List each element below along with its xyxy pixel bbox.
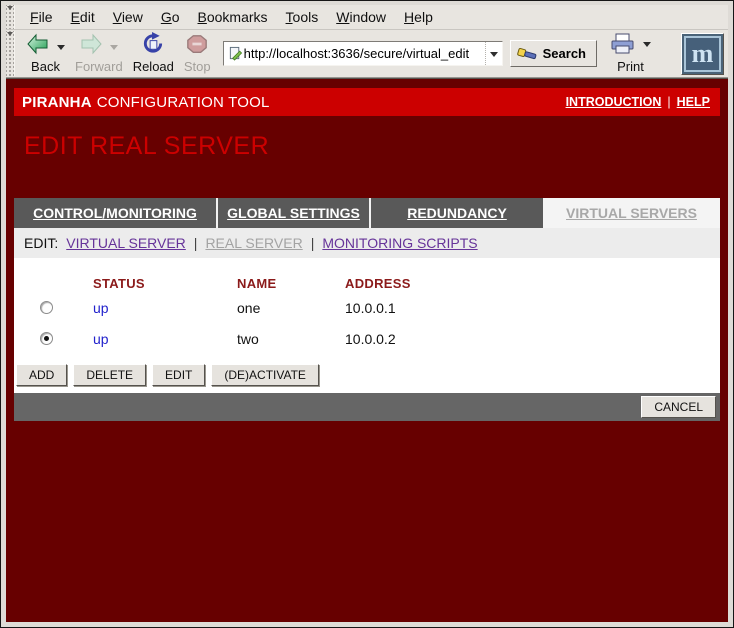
status-cell: up bbox=[93, 331, 237, 347]
mozilla-logo[interactable]: m bbox=[681, 33, 724, 75]
stop-icon bbox=[186, 33, 208, 60]
subnav-monitoring-scripts-link[interactable]: MONITORING SCRIPTS bbox=[322, 235, 477, 251]
menu-window[interactable]: Window bbox=[327, 6, 395, 28]
subnav-virtual-server-link[interactable]: VIRTUAL SERVER bbox=[66, 235, 186, 251]
help-link[interactable]: HELP bbox=[677, 95, 710, 109]
tab-virtual-servers[interactable]: VIRTUAL SERVERS bbox=[543, 198, 720, 228]
navigation-toolbar: Back Forward bbox=[6, 30, 728, 78]
location-icon[interactable] bbox=[228, 46, 243, 61]
menu-tools[interactable]: Tools bbox=[277, 6, 328, 28]
real-server-panel: STATUS NAME ADDRESS up one 10.0.0.1 up t… bbox=[14, 258, 720, 393]
url-bar bbox=[223, 41, 503, 66]
table-row: up two 10.0.0.2 bbox=[14, 323, 720, 354]
delete-button[interactable]: DELETE bbox=[73, 364, 146, 386]
menu-bookmarks[interactable]: Bookmarks bbox=[189, 6, 277, 28]
server-radio-one[interactable] bbox=[40, 301, 53, 314]
print-button[interactable]: Print bbox=[605, 33, 656, 75]
search-button[interactable]: Search bbox=[510, 40, 597, 67]
table-row: up one 10.0.0.1 bbox=[14, 292, 720, 323]
column-header-status: STATUS bbox=[93, 276, 237, 291]
subnav-prefix: EDIT: bbox=[24, 235, 58, 251]
column-header-name: NAME bbox=[237, 276, 345, 291]
banner-title-rest: CONFIGURATION TOOL bbox=[97, 94, 270, 111]
url-input[interactable] bbox=[243, 46, 485, 61]
status-up-link[interactable]: up bbox=[93, 300, 109, 316]
back-icon bbox=[26, 33, 50, 60]
menu-edit[interactable]: Edit bbox=[62, 6, 104, 28]
banner: PIRANHA CONFIGURATION TOOL INTRODUCTION |… bbox=[14, 88, 720, 116]
page-background-filler bbox=[14, 421, 720, 622]
subnav-real-server-current: REAL SERVER bbox=[205, 235, 302, 251]
forward-history-dropdown bbox=[110, 45, 118, 54]
cancel-button[interactable]: CANCEL bbox=[641, 396, 716, 418]
menu-go[interactable]: Go bbox=[152, 6, 189, 28]
banner-links: INTRODUCTION | HELP bbox=[566, 95, 710, 109]
banner-title: PIRANHA CONFIGURATION TOOL bbox=[22, 94, 270, 111]
introduction-link[interactable]: INTRODUCTION bbox=[566, 95, 662, 109]
toolbar-grippy[interactable] bbox=[6, 31, 15, 76]
subnav-separator: | bbox=[311, 235, 315, 251]
deactivate-button[interactable]: (DE)ACTIVATE bbox=[211, 364, 319, 386]
column-header-address: ADDRESS bbox=[345, 276, 720, 291]
forward-button: Forward bbox=[70, 33, 128, 75]
table-header-row: STATUS NAME ADDRESS bbox=[14, 274, 720, 292]
action-buttons: ADD DELETE EDIT (DE)ACTIVATE bbox=[14, 364, 720, 386]
address-cell: 10.0.0.1 bbox=[345, 300, 720, 316]
page-content: PIRANHA CONFIGURATION TOOL INTRODUCTION |… bbox=[6, 78, 728, 622]
stop-button: Stop bbox=[179, 33, 216, 75]
menubar-grippy[interactable] bbox=[6, 5, 15, 29]
server-radio-two[interactable] bbox=[40, 332, 53, 345]
footer-bar: CANCEL bbox=[14, 393, 720, 421]
back-history-dropdown[interactable] bbox=[57, 45, 65, 54]
url-dropdown-button[interactable] bbox=[485, 42, 502, 65]
reload-icon bbox=[141, 32, 165, 60]
add-button[interactable]: ADD bbox=[16, 364, 67, 386]
tab-control-monitoring[interactable]: CONTROL/MONITORING bbox=[14, 198, 218, 228]
name-cell: one bbox=[237, 300, 345, 316]
print-icon bbox=[610, 33, 636, 60]
search-flashlight-icon bbox=[517, 46, 538, 62]
subnav: EDIT: VIRTUAL SERVER | REAL SERVER | MON… bbox=[14, 228, 720, 258]
tab-bar: CONTROL/MONITORING GLOBAL SETTINGS REDUN… bbox=[14, 198, 720, 228]
menu-help[interactable]: Help bbox=[395, 6, 442, 28]
menu-bar: File Edit View Go Bookmarks Tools Window… bbox=[6, 5, 728, 30]
menu-view[interactable]: View bbox=[104, 6, 152, 28]
back-button[interactable]: Back bbox=[21, 33, 70, 75]
address-cell: 10.0.0.2 bbox=[345, 331, 720, 347]
banner-link-separator: | bbox=[667, 95, 670, 109]
status-cell: up bbox=[93, 300, 237, 316]
banner-brand: PIRANHA bbox=[22, 94, 92, 111]
mozilla-m-icon: m bbox=[684, 36, 721, 72]
forward-icon bbox=[79, 33, 103, 60]
edit-button[interactable]: EDIT bbox=[152, 364, 205, 386]
tab-redundancy[interactable]: REDUNDANCY bbox=[371, 198, 543, 228]
print-dropdown[interactable] bbox=[643, 42, 651, 51]
name-cell: two bbox=[237, 331, 345, 347]
page-title: EDIT REAL SERVER bbox=[24, 132, 720, 161]
reload-button[interactable]: Reload bbox=[128, 33, 179, 75]
browser-window: File Edit View Go Bookmarks Tools Window… bbox=[0, 0, 734, 628]
status-up-link[interactable]: up bbox=[93, 331, 109, 347]
tab-global-settings[interactable]: GLOBAL SETTINGS bbox=[218, 198, 371, 228]
subnav-separator: | bbox=[194, 235, 198, 251]
menu-file[interactable]: File bbox=[21, 6, 62, 28]
